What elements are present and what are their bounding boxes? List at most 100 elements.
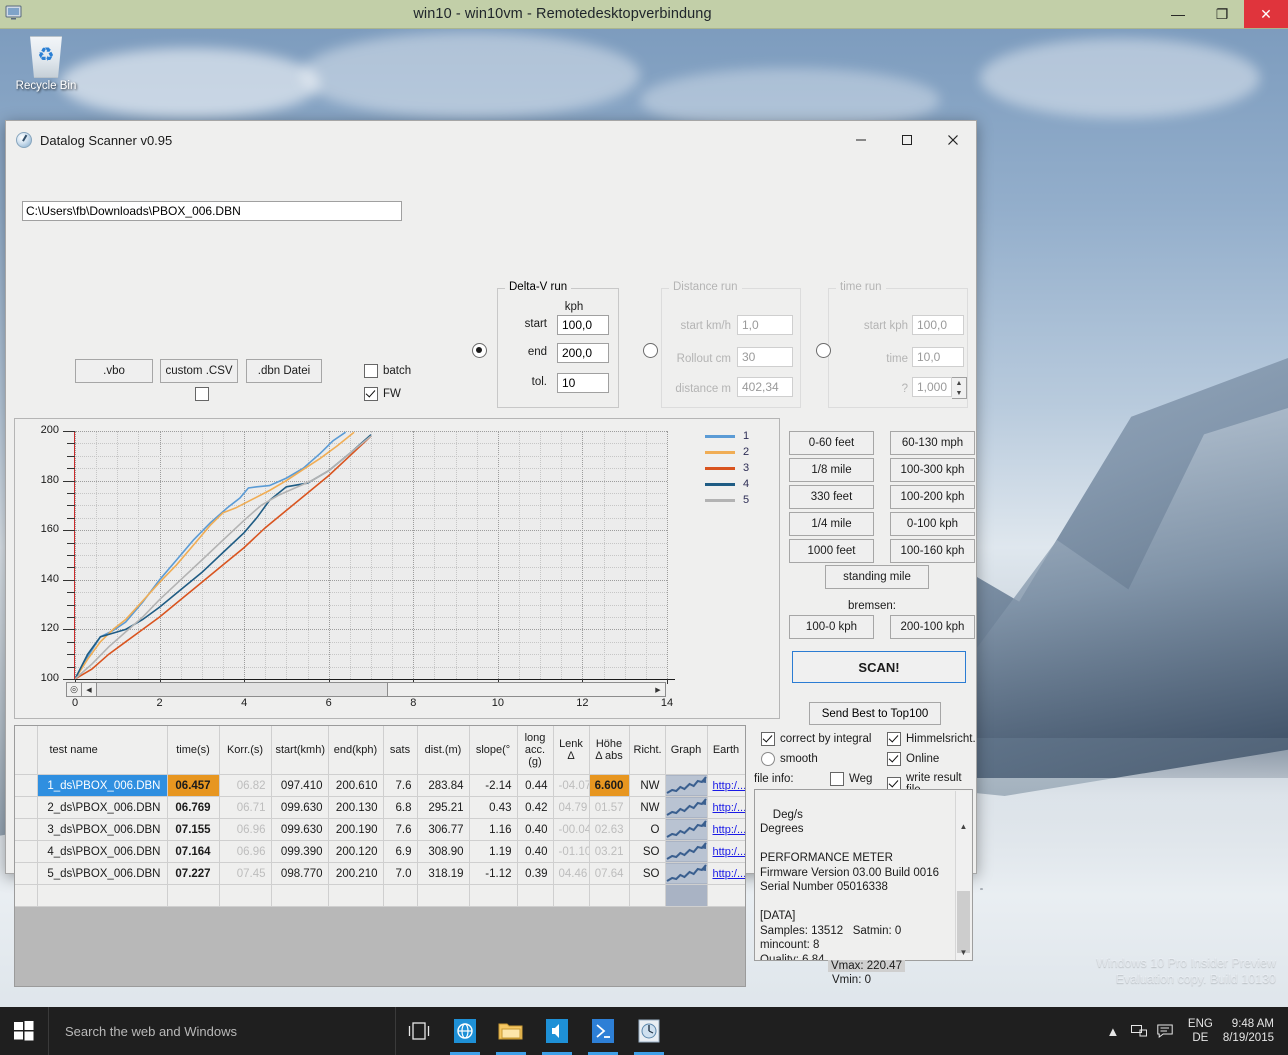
time-start-input[interactable]: [912, 315, 964, 335]
rdp-minimize-button[interactable]: —: [1156, 0, 1200, 28]
delta-end-input[interactable]: [557, 343, 609, 363]
cell-dist[interactable]: 308.90: [417, 840, 470, 863]
scrollbar-track[interactable]: [388, 683, 651, 696]
run-button-100-160-kph[interactable]: 100-160 kph: [890, 539, 975, 563]
file-info-scrollbar[interactable]: ▲ ▼: [955, 791, 971, 960]
cell-sats[interactable]: 7.0: [383, 862, 418, 885]
table-row[interactable]: 4_ds\PBOX_006.DBN 07.164 06.96 099.390 200.1…: [15, 840, 745, 863]
cell-graph[interactable]: [665, 774, 708, 797]
cell-dist[interactable]: 283.84: [417, 774, 470, 797]
cell-sats[interactable]: 7.6: [383, 818, 418, 841]
cell-slope[interactable]: -2.14: [469, 774, 518, 797]
cell-richt[interactable]: NW: [629, 774, 666, 797]
run-button-60-130-mph[interactable]: 60-130 mph: [890, 431, 975, 455]
cell-richt[interactable]: NW: [629, 796, 666, 819]
cell-dist[interactable]: 318.19: [417, 862, 470, 885]
brake-200-100-button[interactable]: 200-100 kph: [890, 615, 975, 639]
table-row[interactable]: 1_ds\PBOX_006.DBN 06.457 06.82 097.410 200.6…: [15, 774, 745, 797]
desktop-icon-recycle-bin[interactable]: Recycle Bin: [8, 32, 84, 110]
cell-test-name[interactable]: 5_ds\PBOX_006.DBN: [37, 862, 168, 885]
cell-earth[interactable]: http:/...: [707, 774, 745, 797]
table-header-earth[interactable]: Earth: [707, 726, 745, 775]
row-marker[interactable]: [15, 774, 38, 797]
cell-richt[interactable]: SO: [629, 840, 666, 863]
table-header-richt-[interactable]: Richt.: [629, 726, 666, 775]
row-marker[interactable]: [15, 862, 38, 885]
cell-hohe[interactable]: 6.600: [589, 774, 630, 797]
brake-100-0-button[interactable]: 100-0 kph: [789, 615, 874, 639]
taskbar-item-browser[interactable]: [442, 1007, 488, 1055]
table-header-h-he-abs[interactable]: Höhe Δ abs: [589, 726, 630, 775]
cell-long-acc[interactable]: 0.42: [517, 796, 554, 819]
weg-checkbox[interactable]: Weg: [830, 772, 872, 786]
cell-hohe[interactable]: 03.21: [589, 840, 630, 863]
chart-horizontal-scrollbar[interactable]: ◎ ◀ ▶: [66, 682, 666, 697]
unlabeled-checkbox[interactable]: [195, 387, 214, 401]
cell-end[interactable]: 200.120: [328, 840, 384, 863]
table-header-end-kph-[interactable]: end(kph): [328, 726, 384, 775]
table-header-graph[interactable]: Graph: [665, 726, 708, 775]
cell-graph[interactable]: [665, 862, 708, 885]
file-info-textbox[interactable]: Deg/s Degrees PERFORMANCE METER Firmware…: [754, 789, 973, 961]
stepper-up-icon[interactable]: ▲: [952, 378, 966, 388]
distance-start-input[interactable]: [737, 315, 793, 335]
taskbar-search-box[interactable]: Search the web and Windows: [48, 1007, 396, 1055]
cell-richt[interactable]: SO: [629, 862, 666, 885]
cell-sats[interactable]: 6.8: [383, 796, 418, 819]
open-dbn-file-button[interactable]: .dbn Datei: [246, 359, 322, 383]
rdp-maximize-button[interactable]: ❐: [1200, 0, 1244, 28]
correct-by-integral-checkbox[interactable]: correct by integral: [761, 732, 871, 746]
table-header-test-name[interactable]: test name: [37, 726, 168, 775]
cell-korr[interactable]: 06.71: [219, 796, 272, 819]
cell-end[interactable]: 200.190: [328, 818, 384, 841]
cell-end[interactable]: 200.210: [328, 862, 384, 885]
cell-graph[interactable]: [665, 840, 708, 863]
google-earth-link[interactable]: http:/...: [713, 868, 745, 880]
cell-slope[interactable]: 0.43: [469, 796, 518, 819]
cell-time[interactable]: 07.227: [167, 862, 220, 885]
time-q-stepper[interactable]: ▲ ▼: [952, 377, 967, 399]
table-header-long-acc-g-[interactable]: long acc.(g): [517, 726, 554, 775]
row-marker[interactable]: [15, 840, 38, 863]
cell-korr[interactable]: 06.82: [219, 774, 272, 797]
cell-earth[interactable]: http:/...: [707, 840, 745, 863]
cell-hohe[interactable]: 01.57: [589, 796, 630, 819]
cell-earth[interactable]: http:/...: [707, 796, 745, 819]
row-marker[interactable]: [15, 818, 38, 841]
taskbar-item-media[interactable]: [534, 1007, 580, 1055]
cell-korr[interactable]: 07.45: [219, 862, 272, 885]
start-button[interactable]: [0, 1007, 48, 1055]
table-row[interactable]: 2_ds\PBOX_006.DBN 06.769 06.71 099.630 200.1…: [15, 796, 745, 819]
cell-time[interactable]: 06.457: [167, 774, 220, 797]
himmelsricht-checkbox[interactable]: Himmelsricht.: [887, 732, 976, 746]
time-q-input[interactable]: [912, 377, 952, 397]
time-input[interactable]: [912, 347, 964, 367]
scrollbar-thumb[interactable]: [97, 683, 388, 696]
cell-long-acc[interactable]: 0.40: [517, 818, 554, 841]
table-header-dist-m-[interactable]: dist.(m): [417, 726, 470, 775]
google-earth-link[interactable]: http:/...: [713, 802, 745, 814]
cell-start[interactable]: 097.410: [271, 774, 329, 797]
run-button-100-200-kph[interactable]: 100-200 kph: [890, 485, 975, 509]
table-row[interactable]: 5_ds\PBOX_006.DBN 07.227 07.45 098.770 200.2…: [15, 862, 745, 885]
scroll-zoom-icon[interactable]: ◎: [67, 683, 82, 696]
language-indicator[interactable]: ENG DE: [1188, 1017, 1213, 1045]
scroll-right-arrow-icon[interactable]: ▶: [651, 683, 665, 696]
batch-checkbox[interactable]: batch: [364, 364, 411, 378]
app-close-button[interactable]: [930, 122, 976, 159]
scan-button[interactable]: SCAN!: [792, 651, 966, 683]
cell-long-acc[interactable]: 0.44: [517, 774, 554, 797]
cell-test-name[interactable]: 1_ds\PBOX_006.DBN: [37, 774, 168, 797]
taskbar-item-powershell[interactable]: [580, 1007, 626, 1055]
taskbar-item-datalog-scanner[interactable]: [626, 1007, 672, 1055]
export-custom-csv-button[interactable]: custom .CSV: [160, 359, 238, 383]
cell-graph[interactable]: [665, 818, 708, 841]
clock[interactable]: 9:48 AM 8/19/2015: [1223, 1017, 1274, 1045]
cell-long-acc[interactable]: 0.40: [517, 840, 554, 863]
table-header-korr-s-[interactable]: Korr.(s): [219, 726, 272, 775]
cell-dist[interactable]: 295.21: [417, 796, 470, 819]
cell-dist[interactable]: 306.77: [417, 818, 470, 841]
run-button-330-feet[interactable]: 330 feet: [789, 485, 874, 509]
cell-start[interactable]: 099.630: [271, 796, 329, 819]
cell-start[interactable]: 099.630: [271, 818, 329, 841]
